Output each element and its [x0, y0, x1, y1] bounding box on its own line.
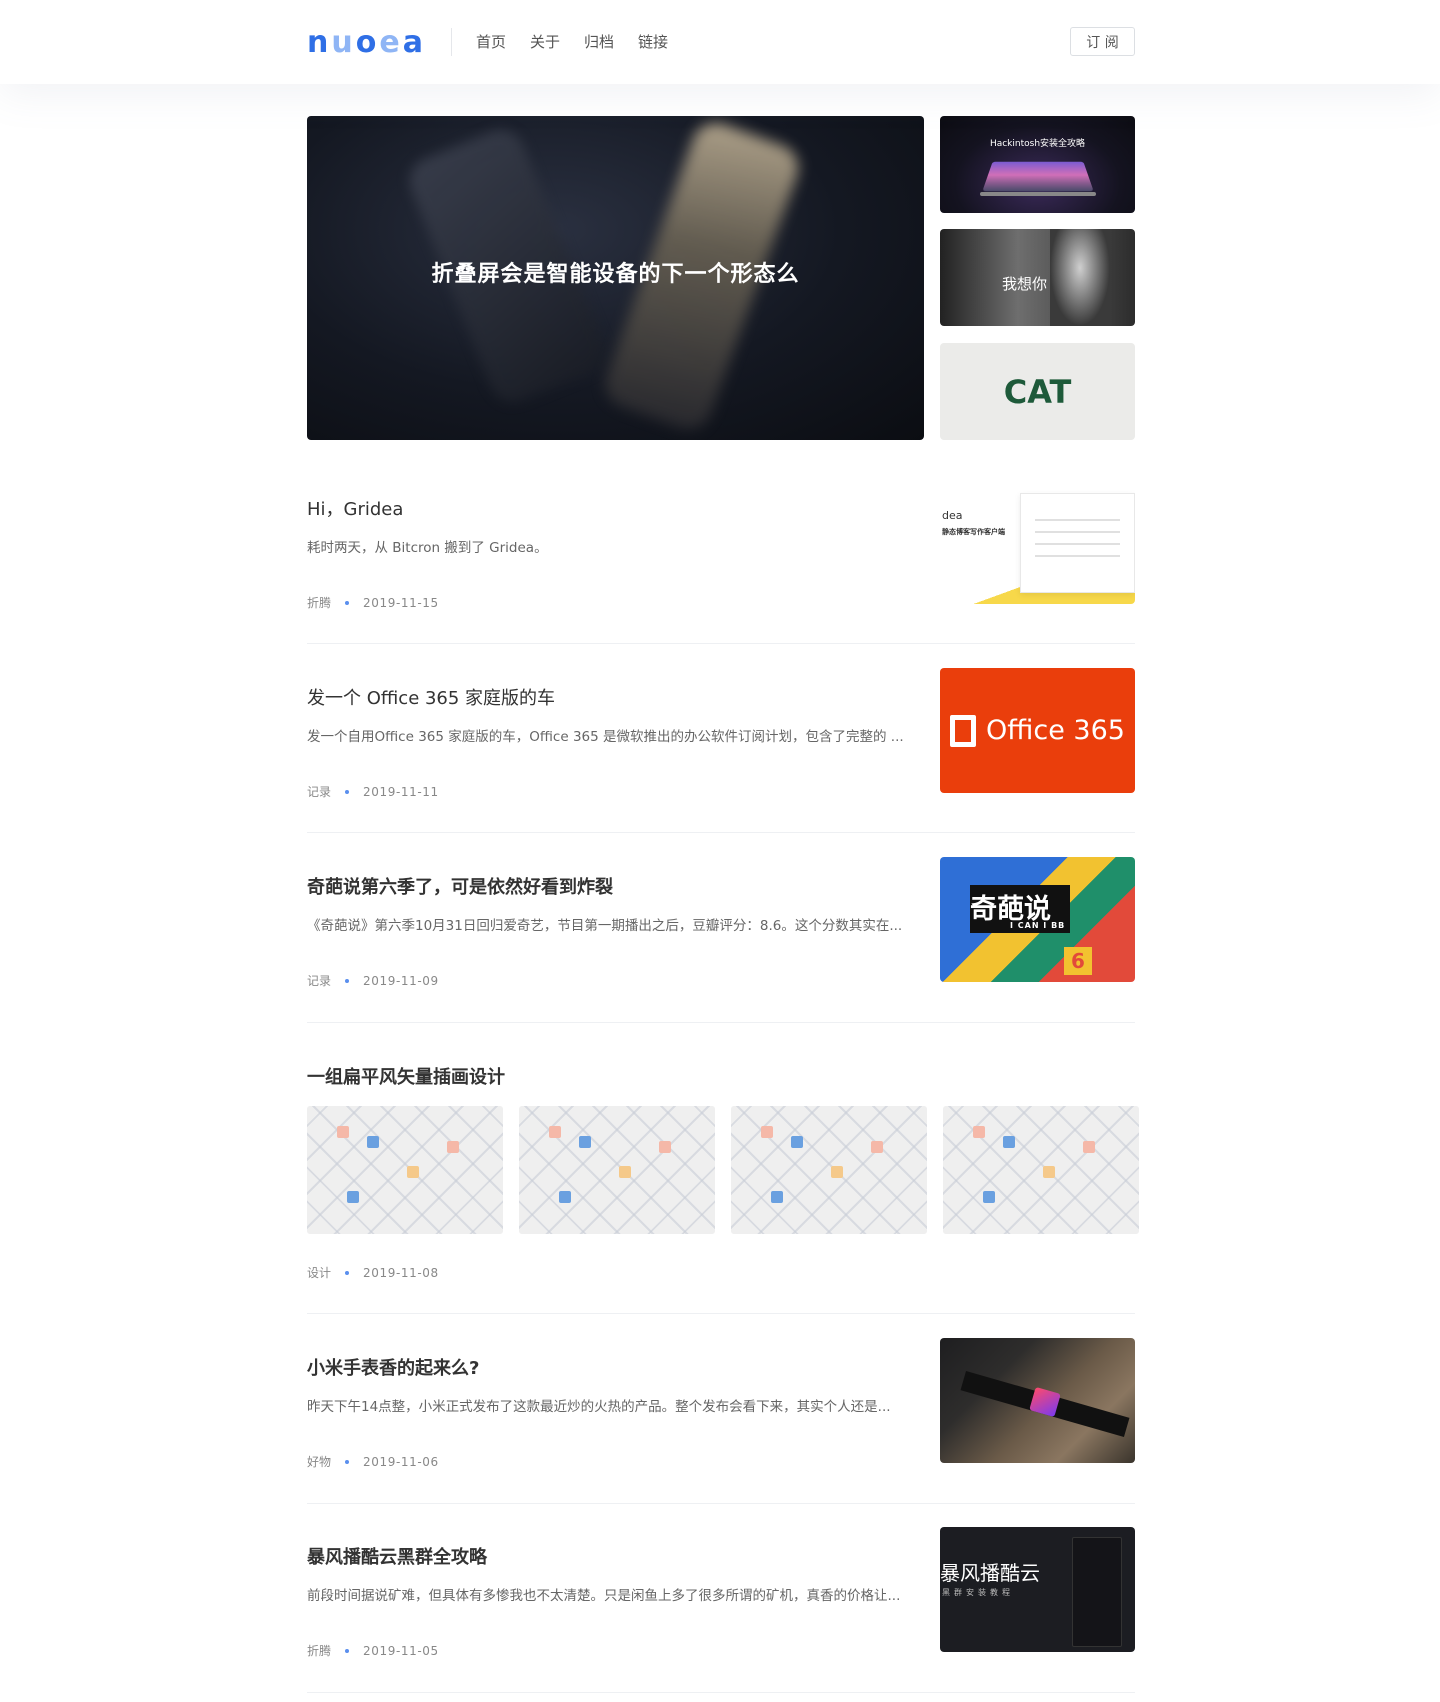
post-divider	[307, 832, 1135, 833]
gallery-image[interactable]	[519, 1106, 715, 1234]
thumb-text: 黑群安装教程	[942, 1588, 1014, 1597]
side-featured-movie[interactable]: 我想你	[940, 229, 1135, 326]
post-date: 2019-11-08	[363, 1265, 439, 1280]
thumb-text: 静态博客写作客户端	[942, 528, 1005, 536]
post-item: 暴风播酷云黑群全攻略 前段时间据说矿难，但具体有多惨我也不太清楚。只是闲鱼上多了…	[307, 1527, 1135, 1676]
post-divider	[307, 1503, 1135, 1504]
post-item: 一组扁平风矢量插画设计 设计 2019-11-08	[307, 1066, 1139, 1286]
nav-home[interactable]: 首页	[476, 32, 506, 52]
featured-post[interactable]: 折叠屏会是智能设备的下一个形态么	[307, 116, 924, 440]
post-category[interactable]: 设计	[307, 1264, 331, 1281]
meta-dot	[345, 1270, 350, 1275]
meta-dot	[345, 1648, 350, 1653]
post-excerpt: 前段时间据说矿难，但具体有多惨我也不太清楚。只是闲鱼上多了很多所谓的矿机，真香的…	[307, 1588, 901, 1604]
post-excerpt: 《奇葩说》第六季10月31日回归爱奇艺，节目第一期播出之后，豆瓣评分：8.6。这…	[307, 918, 903, 934]
post-thumbnail[interactable]: 奇葩说 I CAN I BB 6	[940, 857, 1135, 982]
device-image	[1072, 1537, 1122, 1647]
side-card-label: CAT	[1003, 373, 1072, 411]
post-category[interactable]: 折腾	[307, 1642, 331, 1659]
featured-post-title: 折叠屏会是智能设备的下一个形态么	[431, 262, 800, 287]
thumb-text: Office 365	[986, 715, 1125, 746]
meta-dot	[345, 789, 350, 794]
meta-dot	[345, 600, 350, 605]
side-card-label: 我想你	[1002, 275, 1048, 293]
thumb-text: 6	[1064, 947, 1092, 975]
side-featured-hackintosh[interactable]: Hackintosh安装全攻略	[940, 116, 1135, 213]
post-meta: 记录 2019-11-09	[307, 972, 439, 989]
thumb-text: dea	[942, 509, 963, 522]
post-divider	[307, 1313, 1135, 1314]
logo-letter: n	[307, 25, 330, 60]
logo-letter: u	[331, 25, 354, 60]
meta-dot	[345, 978, 350, 983]
nav-about[interactable]: 关于	[530, 32, 560, 52]
side-card-label: Hackintosh安装全攻略	[989, 139, 1086, 149]
nav-links[interactable]: 链接	[638, 32, 668, 52]
post-gallery	[307, 1106, 1139, 1234]
thumb-text: I CAN I BB	[1010, 921, 1066, 930]
post-divider	[307, 1022, 1135, 1023]
post-excerpt: 耗时两天，从 Bitcron 搬到了 Gridea。	[307, 540, 548, 556]
gallery-image[interactable]	[731, 1106, 927, 1234]
post-divider	[307, 1692, 1135, 1693]
post-meta: 记录 2019-11-11	[307, 783, 439, 800]
thumb-text: 暴风播酷云	[940, 1561, 1040, 1585]
post-date: 2019-11-15	[363, 595, 439, 610]
nav-archive[interactable]: 归档	[584, 32, 614, 52]
main-nav: 首页 关于 归档 链接	[476, 32, 668, 52]
nav-divider	[451, 28, 452, 56]
post-date: 2019-11-11	[363, 784, 439, 799]
logo-letter: a	[402, 25, 424, 60]
subscribe-button[interactable]: 订 阅	[1070, 27, 1135, 56]
laptop-image	[982, 161, 1094, 192]
office-icon	[950, 714, 977, 747]
post-divider	[307, 643, 1135, 644]
table-row-line	[1035, 555, 1120, 557]
post-meta: 折腾 2019-11-05	[307, 1642, 439, 1659]
post-title[interactable]: 一组扁平风矢量插画设计	[307, 1066, 1135, 1090]
post-item: 奇葩说第六季了，可是依然好看到炸裂 《奇葩说》第六季10月31日回归爱奇艺，节目…	[307, 857, 1135, 1006]
table-row-line	[1035, 543, 1120, 545]
table-row-line	[1035, 531, 1120, 533]
gallery-image[interactable]	[943, 1106, 1139, 1234]
side-featured-cat[interactable]: CAT	[940, 343, 1135, 440]
site-logo[interactable]: n u o e a	[307, 25, 424, 60]
site-header: n u o e a 首页 关于 归档 链接 订 阅	[0, 0, 1440, 84]
post-meta: 折腾 2019-11-15	[307, 594, 439, 611]
meta-dot	[345, 1459, 350, 1464]
table-row-line	[1035, 519, 1120, 521]
post-item: Hi，Gridea 耗时两天，从 Bitcron 搬到了 Gridea。 折腾 …	[307, 479, 1135, 628]
post-meta: 设计 2019-11-08	[307, 1264, 439, 1281]
post-excerpt: 昨天下午14点整，小米正式发布了这款最近炒的火热的产品。整个发布会看下来，其实个…	[307, 1399, 891, 1415]
post-category[interactable]: 记录	[307, 783, 331, 800]
logo-letter: o	[355, 25, 378, 60]
gallery-image[interactable]	[307, 1106, 503, 1234]
post-thumbnail[interactable]: 暴风播酷云 黑群安装教程	[940, 1527, 1135, 1652]
post-thumbnail[interactable]	[940, 1338, 1135, 1463]
post-excerpt: 发一个自用Office 365 家庭版的车，Office 365 是微软推出的办…	[307, 729, 904, 745]
portrait-image	[1050, 229, 1110, 326]
post-thumbnail[interactable]: dea 静态博客写作客户端	[940, 479, 1135, 604]
post-item: 发一个 Office 365 家庭版的车 发一个自用Office 365 家庭版…	[307, 668, 1135, 817]
logo-letter: e	[379, 25, 401, 60]
post-item: 小米手表香的起来么? 昨天下午14点整，小米正式发布了这款最近炒的火热的产品。整…	[307, 1338, 1135, 1487]
post-category[interactable]: 记录	[307, 972, 331, 989]
post-thumbnail[interactable]: Office 365	[940, 668, 1135, 793]
post-date: 2019-11-09	[363, 973, 439, 988]
post-meta: 好物 2019-11-06	[307, 1453, 439, 1470]
post-date: 2019-11-05	[363, 1643, 439, 1658]
post-category[interactable]: 好物	[307, 1453, 331, 1470]
post-date: 2019-11-06	[363, 1454, 439, 1469]
post-category[interactable]: 折腾	[307, 594, 331, 611]
laptop-base	[980, 192, 1096, 196]
